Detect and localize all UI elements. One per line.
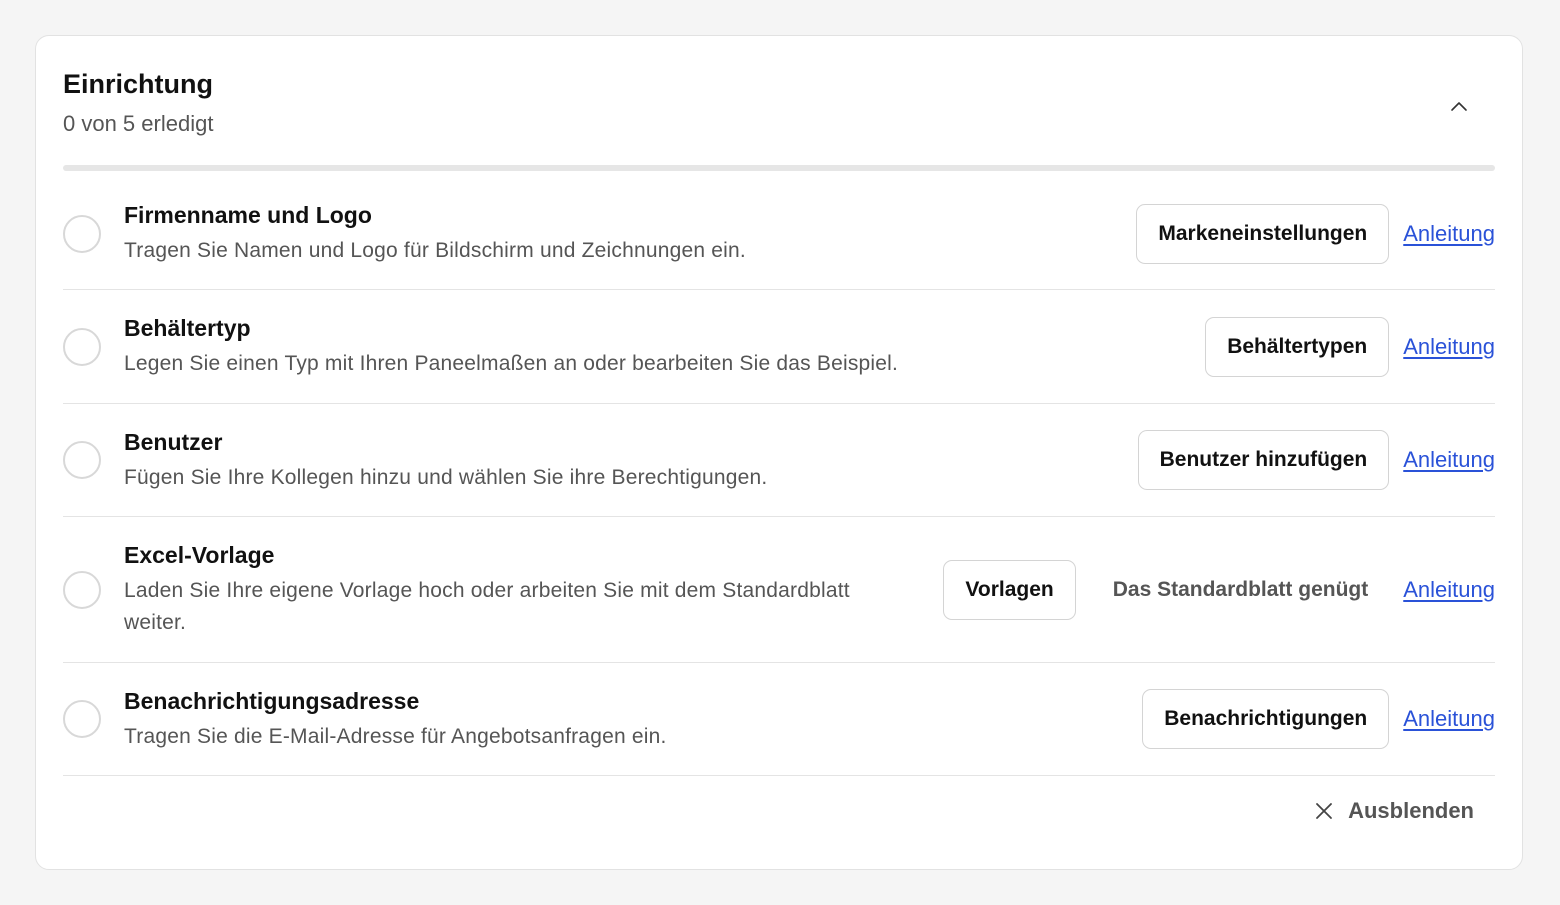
guide-link[interactable]: Anleitung xyxy=(1403,447,1495,473)
task-title: Benachrichtigungsadresse xyxy=(124,687,420,714)
task-title: Excel-Vorlage xyxy=(124,542,275,568)
task-description: Fügen Sie Ihre Kollegen hinzu und wählen… xyxy=(124,465,768,489)
brand-settings-button[interactable]: Markeneinstellungen xyxy=(1136,203,1390,264)
task-checkbox[interactable] xyxy=(63,570,101,609)
setup-title: Einrichtung xyxy=(63,69,213,99)
templates-button[interactable]: Vorlagen xyxy=(943,559,1076,620)
default-sheet-sufficient-button[interactable]: Das Standardblatt genügt xyxy=(1113,578,1369,602)
task-description: Laden Sie Ihre eigene Vorlage hoch oder … xyxy=(124,579,850,634)
setup-task-list: Firmenname und Logo Tragen Sie Namen und… xyxy=(63,178,1495,776)
close-icon xyxy=(1316,803,1332,819)
task-text: Benutzer Fügen Sie Ihre Kollegen hinzu u… xyxy=(124,427,1138,494)
setup-card: Einrichtung 0 von 5 erledigt Firmenname … xyxy=(35,35,1523,870)
guide-link[interactable]: Anleitung xyxy=(1403,221,1495,247)
container-types-button[interactable]: Behältertypen xyxy=(1205,316,1390,377)
guide-link[interactable]: Anleitung xyxy=(1403,577,1495,603)
chevron-up-icon xyxy=(1451,102,1467,111)
task-text: Benachrichtigungsadresse Tragen Sie die … xyxy=(124,686,1142,753)
notifications-button[interactable]: Benachrichtigungen xyxy=(1142,689,1390,749)
task-actions: Markeneinstellungen Anleitung xyxy=(1136,203,1495,264)
task-checkbox[interactable] xyxy=(63,700,101,738)
hide-button[interactable]: Ausblenden xyxy=(1314,798,1474,824)
guide-link[interactable]: Anleitung xyxy=(1403,334,1495,360)
task-description: Legen Sie einen Typ mit Ihren Paneelmaße… xyxy=(124,352,899,375)
task-row-excel-template: Excel-Vorlage Laden Sie Ihre eigene Vorl… xyxy=(63,517,1495,663)
task-row-company: Firmenname und Logo Tragen Sie Namen und… xyxy=(63,178,1495,290)
task-title: Firmenname und Logo xyxy=(124,202,372,228)
task-row-users: Benutzer Fügen Sie Ihre Kollegen hinzu u… xyxy=(63,404,1495,517)
task-title: Benutzer xyxy=(124,428,223,455)
task-row-notification-address: Benachrichtigungsadresse Tragen Sie die … xyxy=(63,663,1495,776)
hide-label: Ausblenden xyxy=(1348,798,1474,823)
task-text: Excel-Vorlage Laden Sie Ihre eigene Vorl… xyxy=(124,540,943,639)
task-checkbox[interactable] xyxy=(63,327,101,366)
task-actions: Vorlagen Das Standardblatt genügt Anleit… xyxy=(943,559,1495,620)
task-description: Tragen Sie Namen und Logo für Bildschirm… xyxy=(124,239,746,262)
guide-link[interactable]: Anleitung xyxy=(1403,706,1495,732)
task-checkbox[interactable] xyxy=(63,214,101,253)
task-text: Firmenname und Logo Tragen Sie Namen und… xyxy=(124,200,1136,267)
add-users-button[interactable]: Benutzer hinzufügen xyxy=(1137,430,1390,490)
collapse-button[interactable] xyxy=(1444,91,1474,121)
setup-progress-text: 0 von 5 erledigt xyxy=(63,111,214,136)
task-checkbox[interactable] xyxy=(63,441,101,479)
task-description: Tragen Sie die E-Mail-Adresse für Angebo… xyxy=(124,724,667,748)
setup-header: Einrichtung 0 von 5 erledigt xyxy=(63,68,213,138)
task-row-container-type: Behältertyp Legen Sie einen Typ mit Ihre… xyxy=(63,290,1495,404)
task-text: Behältertyp Legen Sie einen Typ mit Ihre… xyxy=(124,313,1205,380)
task-actions: Benachrichtigungen Anleitung xyxy=(1142,689,1495,749)
task-actions: Benutzer hinzufügen Anleitung xyxy=(1137,430,1495,490)
task-title: Behältertyp xyxy=(124,315,251,341)
task-actions: Behältertypen Anleitung xyxy=(1205,316,1495,377)
setup-progress-bar xyxy=(63,165,1495,171)
